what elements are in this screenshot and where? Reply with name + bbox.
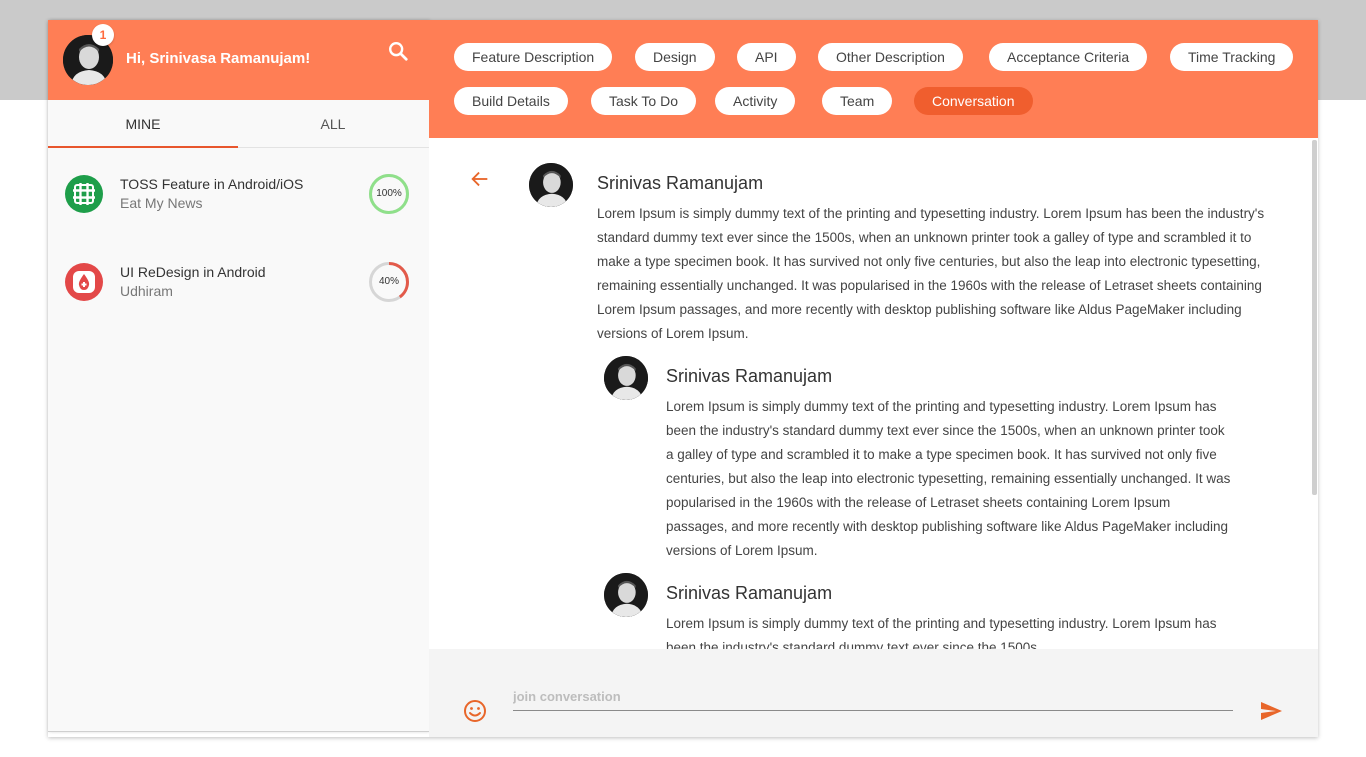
emoji-icon[interactable] bbox=[463, 699, 487, 723]
scrollbar-thumb[interactable] bbox=[1312, 140, 1317, 495]
task-title: UI ReDesign in Android bbox=[120, 264, 266, 280]
tab-design[interactable]: Design bbox=[635, 43, 715, 71]
tab-team[interactable]: Team bbox=[822, 87, 893, 115]
tab-activity[interactable]: Activity bbox=[715, 87, 796, 115]
task-title: TOSS Feature in Android/iOS bbox=[120, 176, 304, 192]
tab-other-description[interactable]: Other Description bbox=[818, 43, 963, 71]
sidebar-header: 1 Hi, Srinivasa Ramanujam! bbox=[48, 20, 429, 100]
tab-api[interactable]: API bbox=[737, 43, 796, 71]
blood-drop-icon bbox=[65, 263, 103, 301]
send-icon[interactable] bbox=[1259, 699, 1283, 723]
sidebar: 1 Hi, Srinivasa Ramanujam! MINE ALL TOSS… bbox=[48, 20, 429, 732]
conversation-thread[interactable]: Srinivas Ramanujam Lorem Ipsum is simply… bbox=[429, 138, 1318, 649]
back-arrow-icon[interactable] bbox=[469, 168, 491, 190]
task-project: Eat My News bbox=[120, 195, 203, 211]
tab-task-to-do[interactable]: Task To Do bbox=[591, 87, 696, 115]
tab-time-tracking[interactable]: Time Tracking bbox=[1170, 43, 1294, 71]
detail-tabs-bar: Feature Description Design API Other Des… bbox=[429, 20, 1318, 138]
task-item[interactable]: UI ReDesign in Android Udhiram 40% bbox=[48, 238, 429, 326]
search-icon[interactable] bbox=[387, 40, 409, 62]
task-project: Udhiram bbox=[120, 283, 173, 299]
task-item[interactable]: TOSS Feature in Android/iOS Eat My News … bbox=[48, 150, 429, 238]
author-avatar bbox=[529, 163, 573, 207]
message-author: Srinivas Ramanujam bbox=[666, 583, 833, 603]
progress-label: 100% bbox=[376, 188, 402, 199]
sidebar-tabs: MINE ALL bbox=[48, 100, 429, 148]
progress-label: 40% bbox=[378, 276, 399, 287]
author-avatar bbox=[604, 356, 648, 400]
conversation-input[interactable] bbox=[513, 683, 1233, 711]
greeting-text: Hi, Srinivasa Ramanujam! bbox=[126, 50, 311, 67]
grid-hash-icon bbox=[65, 175, 103, 213]
tab-feature-description[interactable]: Feature Description bbox=[454, 43, 613, 71]
message-text: Lorem Ipsum is simply dummy text of the … bbox=[666, 399, 1231, 558]
author-avatar bbox=[604, 573, 648, 617]
message-text: Lorem Ipsum is simply dummy text of the … bbox=[666, 616, 1217, 649]
app-card: 1 Hi, Srinivasa Ramanujam! MINE ALL TOSS… bbox=[48, 20, 1318, 737]
tab-acceptance-criteria[interactable]: Acceptance Criteria bbox=[989, 43, 1148, 71]
tab-all[interactable]: ALL bbox=[238, 100, 428, 148]
tab-conversation[interactable]: Conversation bbox=[914, 87, 1033, 115]
tab-mine[interactable]: MINE bbox=[48, 100, 238, 148]
message-composer bbox=[429, 649, 1318, 737]
message-author: Srinivas Ramanujam bbox=[597, 173, 764, 193]
notification-badge[interactable]: 1 bbox=[92, 24, 114, 46]
tab-build-details[interactable]: Build Details bbox=[454, 87, 568, 115]
message-author: Srinivas Ramanujam bbox=[666, 366, 833, 386]
message-text: Lorem Ipsum is simply dummy text of the … bbox=[597, 206, 1265, 341]
